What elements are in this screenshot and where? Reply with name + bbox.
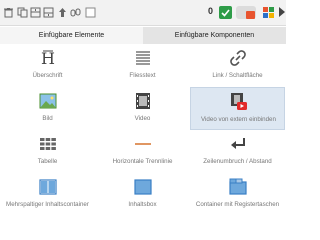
element-label: Mehrspaltiger Inhaltscontainer xyxy=(6,201,89,208)
apps-grid-icon[interactable] xyxy=(263,7,274,18)
count-badge: 0 xyxy=(208,6,214,16)
content-box-icon xyxy=(134,178,152,196)
element-paragraph[interactable]: Fliesstext xyxy=(95,44,190,87)
tab-bar: Einfügbare Elemente Einfügbare Komponent… xyxy=(0,27,286,44)
insert-above-icon[interactable] xyxy=(30,7,41,18)
element-tabs-container[interactable]: Container mit Registertaschen xyxy=(190,173,285,216)
element-heading[interactable]: H Überschrift xyxy=(0,44,95,87)
link-icon[interactable] xyxy=(70,7,81,18)
video-icon xyxy=(134,92,152,110)
element-link-button[interactable]: Link / Schaltfläche xyxy=(190,44,285,87)
element-image[interactable]: Bild xyxy=(0,87,95,130)
element-label: Video xyxy=(134,115,151,122)
tabs-container-icon xyxy=(229,178,247,196)
table-icon xyxy=(39,135,57,153)
element-label: Tabelle xyxy=(37,158,58,165)
tab-einfuegbare-komponenten[interactable]: Einfügbare Komponenten xyxy=(143,27,286,44)
element-label: Fliesstext xyxy=(129,72,156,79)
multi-column-icon xyxy=(39,178,57,196)
horizontal-rule-icon xyxy=(134,135,152,153)
element-label: Inhaltsbox xyxy=(128,201,157,208)
accent-dot-icon xyxy=(246,11,255,19)
trash-icon[interactable] xyxy=(3,7,14,18)
heading-icon: H xyxy=(39,49,57,67)
copy-icon[interactable] xyxy=(17,7,28,18)
image-icon xyxy=(39,92,57,110)
element-label: Link / Schaltfläche xyxy=(212,72,263,79)
element-label: Überschrift xyxy=(32,72,63,79)
element-label: Horizontale Trennlinie xyxy=(112,158,173,165)
element-horizontal-rule[interactable]: Horizontale Trennlinie xyxy=(95,130,190,173)
element-label: Container mit Registertaschen xyxy=(195,201,280,208)
confirm-check-button[interactable] xyxy=(219,6,232,19)
svg-text:H: H xyxy=(41,49,55,67)
line-break-icon xyxy=(229,135,247,153)
element-label: Zeilenumbruch / Abstand xyxy=(203,158,272,165)
element-video[interactable]: Video xyxy=(95,87,190,130)
insert-below-icon[interactable] xyxy=(43,7,54,18)
expand-arrow-icon[interactable] xyxy=(279,7,285,17)
toolbar: 0 xyxy=(0,0,286,26)
external-video-icon xyxy=(230,93,248,111)
element-grid: H Überschrift Fliesstext Link / Schaltfl… xyxy=(0,44,286,215)
paragraph-icon xyxy=(134,49,152,67)
element-table[interactable]: Tabelle xyxy=(0,130,95,173)
checkbox-icon[interactable] xyxy=(85,7,96,18)
layout-toggle-button[interactable] xyxy=(236,6,256,19)
upload-icon[interactable] xyxy=(57,7,68,18)
element-multi-column[interactable]: Mehrspaltiger Inhaltscontainer xyxy=(0,173,95,216)
element-content-box[interactable]: Inhaltsbox xyxy=(95,173,190,216)
element-line-break[interactable]: Zeilenumbruch / Abstand xyxy=(190,130,285,173)
link-icon xyxy=(229,49,247,67)
element-external-video[interactable]: Video von extern einbinden xyxy=(190,87,285,130)
element-label: Video von extern einbinden xyxy=(201,116,276,123)
tab-einfuegbare-elemente[interactable]: Einfügbare Elemente xyxy=(0,27,143,44)
element-label: Bild xyxy=(42,115,53,122)
